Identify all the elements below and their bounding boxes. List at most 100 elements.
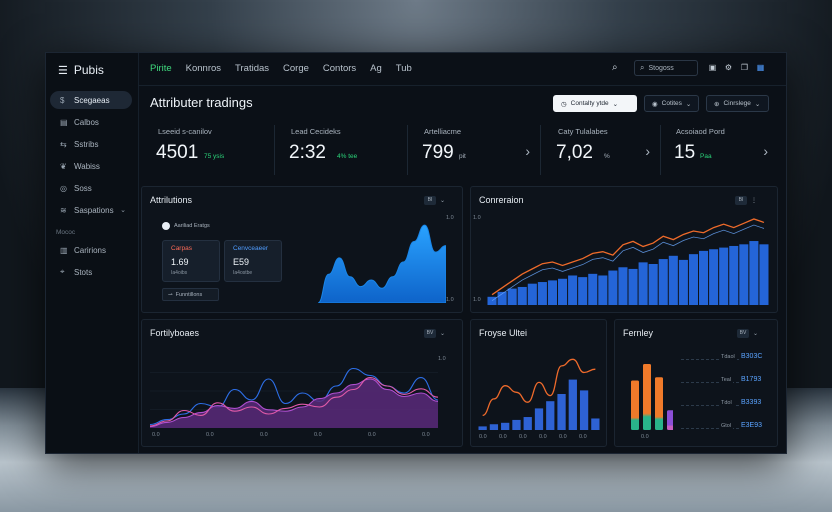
x-axis-label: 0.0 xyxy=(641,434,649,440)
sidebar-item-5[interactable]: ≋ Saspations ⌄ xyxy=(50,201,132,219)
x-axis-label: 0.0 xyxy=(579,434,587,440)
bar xyxy=(749,241,759,305)
sidebar-item-label: Saspations xyxy=(74,205,114,215)
primary-action-label: Contalty ytde xyxy=(570,100,609,107)
sidebar-item-label: Scegaeas xyxy=(74,95,110,105)
card-label: Carpas xyxy=(171,245,192,252)
kpi-value: 4501 xyxy=(156,142,199,163)
row-value: B3393 xyxy=(741,399,762,406)
brand-name: Pubis xyxy=(73,63,104,77)
tab-4[interactable]: Contors xyxy=(323,63,356,74)
settings-icon[interactable]: ⚙ xyxy=(724,63,733,72)
kpi-card[interactable]: Artelliacme 799 pit › xyxy=(412,123,538,179)
copy-icon[interactable]: ❐ xyxy=(740,63,749,72)
bar xyxy=(568,275,578,305)
x-axis-label: 0.0 xyxy=(422,432,430,438)
bar xyxy=(598,275,608,305)
filter-button[interactable]: ◉ Cotites ⌄ xyxy=(644,95,699,112)
top-nav: Pirite Konnros Tratidas Corge Contors Ag Tub xyxy=(150,63,412,74)
panel-title: Fortilyboaes xyxy=(150,328,200,338)
panel-controls[interactable]: BI ⋮ xyxy=(735,195,757,205)
kpi-card[interactable]: Caty Tulalabes 7,02% › xyxy=(546,123,658,179)
y-axis-label: 1.0 xyxy=(446,297,454,303)
panel-title: Fernley xyxy=(623,328,654,338)
chevron-right-icon[interactable]: › xyxy=(763,143,768,159)
fortility-line-chart xyxy=(150,367,438,428)
chevron-right-icon[interactable]: › xyxy=(525,143,530,159)
kpi-card[interactable]: Lead Cecideks 2:32 4% tee xyxy=(279,123,405,179)
search-icon[interactable]: ⌕ xyxy=(612,62,618,73)
compare-button[interactable]: ⊕ Cinrslege ⌄ xyxy=(706,95,769,112)
calendar-icon: ◷ xyxy=(561,100,567,108)
kpi-card[interactable]: Acsoiaod Pord 15 Paa › xyxy=(664,123,776,179)
bar xyxy=(759,244,769,305)
line-series xyxy=(482,358,596,417)
tab-1[interactable]: Konnros xyxy=(186,63,221,74)
kpi-divider xyxy=(540,125,541,175)
primary-action-button[interactable]: ◷ Contalty ytde ⌄ xyxy=(553,95,637,112)
apps-icon[interactable]: ▦ xyxy=(756,63,765,72)
bar xyxy=(638,262,648,305)
card-value: 1.69 xyxy=(171,257,189,267)
sidebar-item-1[interactable]: ▤ Calbos xyxy=(50,113,132,131)
y-axis-label: 1.0 xyxy=(438,356,446,362)
panel-controls[interactable]: BV ⌄ xyxy=(424,328,445,338)
kpi-divider xyxy=(660,125,661,175)
chevron-down-icon[interactable]: ⌄ xyxy=(753,330,758,337)
sidebar-item-3[interactable]: ❦ Wabiss xyxy=(50,157,132,175)
tab-6[interactable]: Tub xyxy=(396,63,412,74)
bar xyxy=(558,278,568,305)
x-axis-label: 0.0 xyxy=(539,434,547,440)
x-axis-label: 0.0 xyxy=(499,434,507,440)
kpi-label: Lseeid s-canilov xyxy=(158,127,212,136)
chevron-right-icon[interactable]: › xyxy=(645,143,650,159)
panel-badge[interactable]: BI xyxy=(735,195,747,205)
search-input[interactable]: ⌕ Stogoss xyxy=(634,60,698,76)
bar xyxy=(579,390,589,430)
bar xyxy=(719,247,729,305)
sidebar-item-4[interactable]: ◎ Soss xyxy=(50,179,132,197)
tab-0[interactable]: Pirite xyxy=(150,63,172,74)
sidebar-item-sec-0[interactable]: ▥ Caririons xyxy=(50,241,132,259)
sidebar-item-label: Sstribs xyxy=(74,139,99,149)
sidebar-item-2[interactable]: ⇆ Sstribs xyxy=(50,135,132,153)
sidebar-item-0[interactable]: $ Scegaeas xyxy=(50,91,132,109)
tab-5[interactable]: Ag xyxy=(370,63,382,74)
fortility-panel: Fortilyboaes BV ⌄ 1.0 0.0 0.0 0.0 0.0 0.0 0.0 xyxy=(141,319,463,447)
bar xyxy=(729,245,739,305)
panel-controls[interactable]: BV ⌄ xyxy=(737,328,758,338)
x-axis-label: 0.0 xyxy=(559,434,567,440)
conversion-card[interactable]: Cenvceaeer E59 Ia4ostbe xyxy=(224,240,282,282)
funnel-label: Funntillons xyxy=(175,291,203,298)
bar xyxy=(668,255,678,305)
kpi-label: Lead Cecideks xyxy=(291,127,341,136)
carpas-card[interactable]: Carpas 1.69 Ia4oibs xyxy=(162,240,220,282)
sidebar-item-sec-1[interactable]: ⌖ Stots xyxy=(50,263,132,281)
panel-badge[interactable]: BI xyxy=(424,195,436,205)
bar xyxy=(608,270,618,305)
conversion-bar-line-chart xyxy=(487,218,769,305)
x-axis-label: 0.0 xyxy=(519,434,527,440)
kpi-sub: 75 ysis xyxy=(204,153,225,160)
chevron-down-icon[interactable]: ⌄ xyxy=(440,330,445,337)
tab-3[interactable]: Corge xyxy=(283,63,309,74)
legend: Aariliad Eratgs xyxy=(162,222,210,230)
dollar-icon: $ xyxy=(60,95,65,105)
bar xyxy=(588,273,598,305)
printer-icon[interactable]: ▣ xyxy=(708,63,717,72)
kpi-sub: pit xyxy=(459,153,466,160)
bar xyxy=(688,254,698,305)
sidebar-item-label: Caririons xyxy=(74,245,107,255)
fernley-bar-chart xyxy=(631,364,673,430)
chevron-down-icon[interactable]: ⌄ xyxy=(440,197,445,204)
panel-badge[interactable]: BV xyxy=(424,328,436,338)
tab-2[interactable]: Tratidas xyxy=(235,63,269,74)
kpi-card[interactable]: Lseeid s-canilov 4501 75 ysis xyxy=(146,123,272,179)
funnel-button[interactable]: ⊸ Funntillons xyxy=(162,288,219,301)
panel-badge[interactable]: BV xyxy=(737,328,749,338)
more-icon[interactable]: ⋮ xyxy=(751,197,757,204)
panel-controls[interactable]: BI ⌄ xyxy=(424,195,445,205)
sidebar-item-label: Calbos xyxy=(74,117,99,127)
bar xyxy=(534,408,544,430)
menu-icon[interactable]: ☰ xyxy=(58,64,68,77)
